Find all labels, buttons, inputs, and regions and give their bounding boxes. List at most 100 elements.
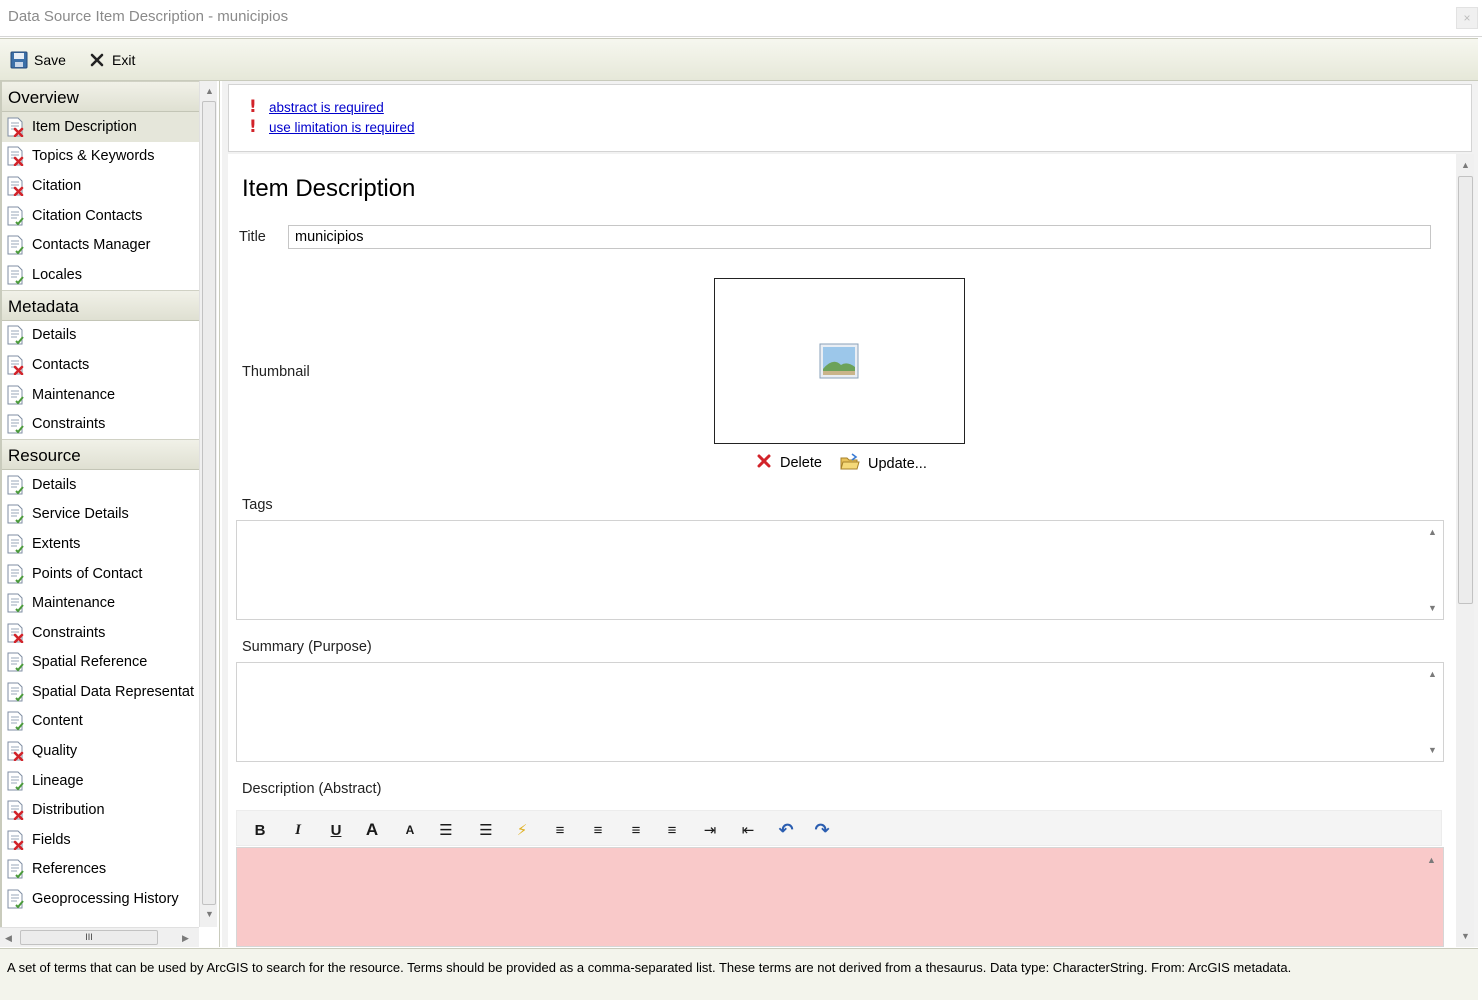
scroll-up-arrow-icon[interactable]: ▲ [1427, 855, 1436, 865]
sidebar-item-quality[interactable]: Quality [2, 736, 199, 766]
grow-font-button[interactable]: A [361, 820, 383, 840]
scroll-up-arrow-icon[interactable]: ▲ [1428, 669, 1437, 679]
document-error-icon [6, 623, 24, 644]
underline-button[interactable]: U [325, 820, 347, 840]
document-ok-icon [6, 859, 24, 879]
bold-button[interactable]: B [249, 820, 271, 840]
error-item: ! abstract is required [249, 97, 384, 117]
sidebar-item-constraints[interactable]: Constraints [2, 409, 199, 439]
sidebar-item-label: Contacts Manager [32, 237, 151, 254]
document-error-icon [6, 176, 24, 197]
main-toolbar: Save Exit [0, 38, 1478, 81]
main-scroll-thumb[interactable] [1458, 176, 1473, 604]
sidebar-item-maintenance[interactable]: Maintenance [2, 588, 199, 618]
description-editor[interactable]: ▲ [236, 847, 1444, 947]
scroll-up-arrow-icon[interactable]: ▲ [1461, 160, 1470, 170]
document-error-icon [6, 741, 24, 762]
main-vertical-scrollbar[interactable]: ▲ ▼ [1456, 154, 1474, 947]
open-folder-icon [840, 453, 860, 475]
sidebar-group-overview[interactable]: Overview [2, 81, 199, 112]
document-ok-icon [6, 475, 24, 495]
thumbnail-preview[interactable] [714, 278, 965, 444]
sidebar-item-references[interactable]: References [2, 855, 199, 885]
sidebar-item-label: Constraints [32, 416, 106, 433]
sidebar-item-label: Contacts [32, 356, 90, 373]
outdent-button[interactable]: ⇤ [737, 820, 759, 840]
title-input[interactable]: municipios [288, 225, 1431, 249]
numbering-button[interactable]: ☰ [475, 820, 497, 840]
document-ok-icon [6, 534, 24, 554]
error-link-abstract[interactable]: abstract is required [269, 100, 384, 115]
sidebar-item-contacts[interactable]: Contacts [2, 350, 199, 380]
image-placeholder-icon [819, 343, 859, 379]
sidebar-item-label: Details [32, 476, 77, 493]
sidebar-item-topics-keywords[interactable]: Topics & Keywords [2, 142, 199, 172]
sidebar-scroll-thumb[interactable] [202, 101, 216, 905]
document-ok-icon [6, 593, 24, 613]
sidebar-item-contacts-manager[interactable]: Contacts Manager [2, 230, 199, 260]
scroll-left-arrow-icon[interactable]: ◀ [5, 933, 12, 943]
tags-scrollbar[interactable]: ▲ ▼ [1425, 523, 1441, 617]
sidebar-horizontal-scrollbar[interactable]: ◀ III ▶ [0, 927, 199, 947]
sidebar-item-distribution[interactable]: Distribution [2, 795, 199, 825]
error-exclamation-icon: ! [249, 117, 257, 137]
thumbnail-label: Thumbnail [242, 364, 310, 380]
sidebar-item-spatial-data-representat[interactable]: Spatial Data Representat [2, 677, 199, 707]
window-titlebar: Data Source Item Description - municipio… [0, 0, 1482, 37]
description-label: Description (Abstract) [242, 781, 382, 797]
scroll-down-arrow-icon[interactable]: ▼ [1428, 603, 1437, 613]
scroll-down-arrow-icon[interactable]: ▼ [1428, 745, 1437, 755]
document-error-icon [6, 800, 24, 821]
justify-button[interactable]: ≡ [661, 820, 683, 840]
close-window-button[interactable]: × [1456, 7, 1478, 29]
exit-button[interactable]: Exit [88, 50, 135, 70]
document-ok-icon [6, 414, 24, 434]
scroll-down-arrow-icon[interactable]: ▼ [1461, 931, 1470, 941]
sidebar-item-details[interactable]: Details [2, 321, 199, 351]
align-right-button[interactable]: ≡ [625, 820, 647, 840]
bullets-button[interactable]: ☰ [435, 820, 457, 840]
sidebar-item-item-description[interactable]: Item Description [2, 112, 199, 142]
sidebar-item-citation[interactable]: Citation [2, 171, 199, 201]
sidebar-item-extents[interactable]: Extents [2, 529, 199, 559]
clear-format-button[interactable]: ⚡ [511, 820, 533, 840]
indent-button[interactable]: ⇥ [699, 820, 721, 840]
scroll-up-arrow-icon[interactable]: ▲ [205, 86, 214, 96]
scroll-down-arrow-icon[interactable]: ▼ [205, 909, 214, 919]
sidebar-item-label: References [32, 861, 107, 878]
sidebar-item-service-details[interactable]: Service Details [2, 500, 199, 530]
sidebar-item-points-of-contact[interactable]: Points of Contact [2, 559, 199, 589]
sidebar-vertical-scrollbar[interactable]: ▲ ▼ [199, 81, 217, 927]
sidebar-item-content[interactable]: Content [2, 707, 199, 737]
redo-button[interactable]: ↷ [811, 820, 833, 840]
sidebar-item-maintenance[interactable]: Maintenance [2, 380, 199, 410]
sidebar-item-locales[interactable]: Locales [2, 260, 199, 290]
delete-thumbnail-button[interactable]: Delete [756, 453, 822, 473]
update-thumbnail-button[interactable]: Update... [840, 453, 927, 475]
help-text: A set of terms that can be used by ArcGI… [7, 960, 1292, 975]
title-label: Title [239, 229, 266, 245]
tags-textarea[interactable]: ▲ ▼ [236, 520, 1444, 620]
sidebar-item-details[interactable]: Details [2, 470, 199, 500]
scroll-up-arrow-icon[interactable]: ▲ [1428, 527, 1437, 537]
undo-button[interactable]: ↶ [775, 820, 797, 840]
sidebar-item-label: Maintenance [32, 386, 116, 403]
sidebar-group-metadata[interactable]: Metadata [2, 289, 199, 321]
align-left-button[interactable]: ≡ [549, 820, 571, 840]
save-button[interactable]: Save [10, 50, 66, 70]
scroll-right-arrow-icon[interactable]: ▶ [182, 933, 189, 943]
sidebar-item-geoprocessing-history[interactable]: Geoprocessing History [2, 884, 199, 914]
sidebar-item-spatial-reference[interactable]: Spatial Reference [2, 648, 199, 678]
align-center-button[interactable]: ≡ [587, 820, 609, 840]
sidebar-item-citation-contacts[interactable]: Citation Contacts [2, 201, 199, 231]
error-link-use-limitation[interactable]: use limitation is required [269, 120, 415, 135]
italic-button[interactable]: I [287, 820, 309, 840]
shrink-font-button[interactable]: A [399, 820, 421, 840]
summary-scrollbar[interactable]: ▲ ▼ [1425, 665, 1441, 759]
summary-textarea[interactable]: ▲ ▼ [236, 662, 1444, 762]
sidebar-group-resource[interactable]: Resource [2, 438, 199, 470]
sidebar-item-fields[interactable]: Fields [2, 825, 199, 855]
sidebar-item-lineage[interactable]: Lineage [2, 766, 199, 796]
sidebar-hscroll-thumb[interactable]: III [20, 930, 158, 945]
sidebar-item-constraints[interactable]: Constraints [2, 618, 199, 648]
